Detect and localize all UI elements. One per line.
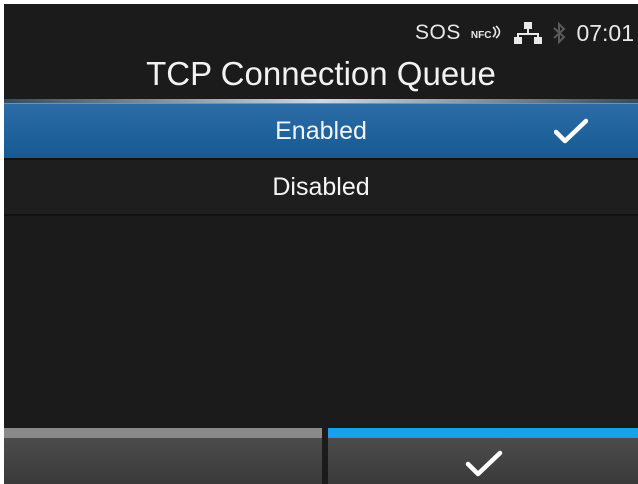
status-bar: SOS NFC 07:01 — [415, 18, 634, 48]
softkey-left[interactable] — [4, 428, 322, 484]
sos-indicator: SOS — [415, 21, 461, 44]
option-enabled[interactable]: Enabled — [4, 103, 638, 160]
confirm-button[interactable] — [328, 428, 638, 484]
option-label: Disabled — [272, 173, 370, 201]
clock: 07:01 — [576, 19, 634, 46]
checkmark-icon — [554, 118, 588, 144]
option-label: Enabled — [275, 117, 367, 145]
option-list: Enabled Disabled — [4, 103, 638, 216]
bluetooth-icon — [552, 21, 566, 45]
nfc-label: NFC — [470, 30, 492, 41]
printer-screen: SOS NFC 07:01 TCP Connection Queue Enabl… — [4, 4, 638, 484]
checkmark-icon — [465, 450, 503, 477]
page-title: TCP Connection Queue — [146, 55, 496, 92]
softkey-bar — [4, 428, 638, 484]
option-disabled[interactable]: Disabled — [4, 160, 638, 216]
nfc-signal-icon: NFC — [471, 25, 505, 41]
lan-network-icon — [514, 21, 543, 45]
